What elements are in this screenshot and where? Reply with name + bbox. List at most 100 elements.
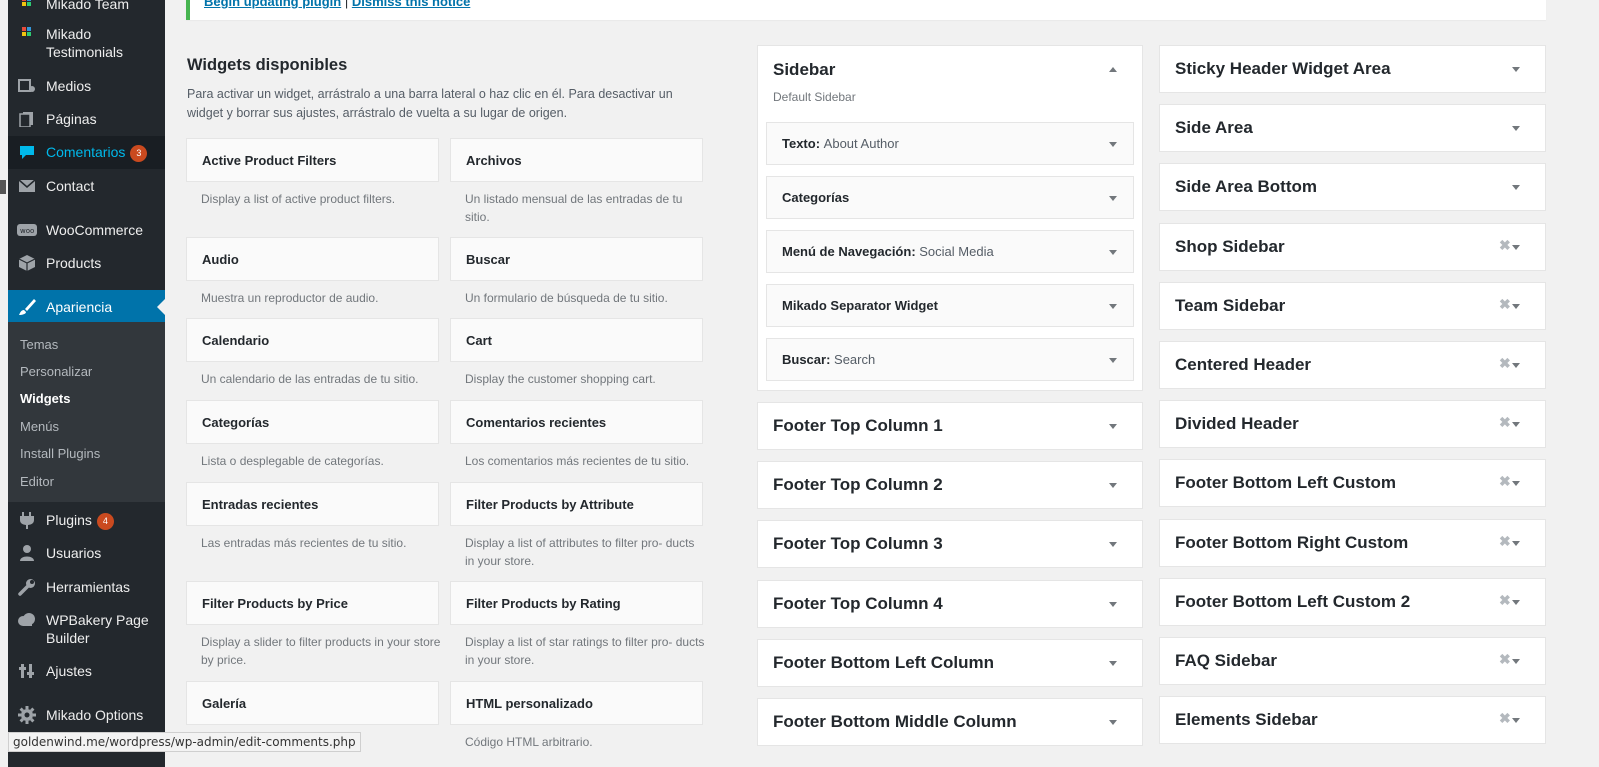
submenu-editor[interactable]: Editor (20, 474, 54, 489)
widget-area-side-area-bottom[interactable]: Side Area Bottom (1159, 163, 1546, 212)
remove-area-icon[interactable]: ✖ (1499, 414, 1511, 431)
widget-card-comentarios-recientes[interactable]: Comentarios recientes (450, 400, 703, 444)
remove-area-icon[interactable]: ✖ (1499, 237, 1511, 254)
expand-arrow-icon[interactable] (1512, 422, 1520, 428)
sidebar-widget-mikado-separator-widget[interactable]: Mikado Separator Widget (766, 284, 1134, 327)
widget-area-footer-bottom-left-custom-2[interactable]: Footer Bottom Left Custom 2 ✖ (1159, 577, 1546, 626)
widget-area-title[interactable]: Sidebar (773, 60, 835, 80)
expand-arrow-icon[interactable] (1512, 540, 1520, 546)
sidebar-widget-menu-de-navegacion[interactable]: Menú de Navegación: Social Media (766, 230, 1134, 273)
expand-arrow-icon[interactable] (1109, 601, 1117, 607)
widget-card-filter-products-by-price[interactable]: Filter Products by Price (186, 581, 439, 625)
widget-area-footer-bottom-left-custom[interactable]: Footer Bottom Left Custom ✖ (1159, 459, 1546, 508)
widget-card-active-product-filters[interactable]: Active Product Filters (186, 138, 439, 182)
widget-card-categorias[interactable]: Categorías (186, 400, 439, 444)
menu-item-wpbakery[interactable]: WPBakery Page Builder (8, 610, 165, 650)
menu-item-herramientas[interactable]: Herramientas (8, 577, 165, 599)
widget-card-audio[interactable]: Audio (186, 237, 439, 281)
remove-area-icon[interactable]: ✖ (1499, 533, 1511, 550)
widget-area-side-area[interactable]: Side Area (1159, 104, 1546, 153)
remove-area-icon[interactable]: ✖ (1499, 592, 1511, 609)
expand-arrow-icon[interactable] (1109, 720, 1117, 725)
widget-card-entradas-recientes[interactable]: Entradas recientes (186, 482, 439, 526)
menu-item-mikado-team[interactable]: Mikado Team (8, 0, 165, 16)
expand-arrow-icon[interactable] (1512, 126, 1520, 132)
remove-area-icon[interactable]: ✖ (1499, 355, 1511, 372)
widget-area-title: Footer Top Column 3 (773, 534, 943, 554)
submenu-widgets[interactable]: Widgets (20, 391, 70, 406)
menu-item-ajustes[interactable]: Ajustes (8, 661, 165, 683)
menu-item-mikado-options[interactable]: Mikado Options (8, 705, 165, 727)
widget-card-filter-products-by-rating[interactable]: Filter Products by Rating (450, 581, 703, 625)
widget-area-centered-header[interactable]: Centered Header ✖ (1159, 341, 1546, 389)
expand-arrow-icon[interactable] (1512, 185, 1520, 191)
expand-arrow-icon[interactable] (1512, 481, 1520, 487)
widget-area-title: Side Area (1175, 118, 1253, 138)
expand-arrow-icon[interactable] (1512, 363, 1520, 368)
submenu-menus[interactable]: Menús (20, 419, 59, 434)
widget-description: Display a list of star ratings to filter… (465, 635, 705, 667)
expand-arrow-icon[interactable] (1109, 660, 1117, 666)
menu-item-medios[interactable]: Medios (8, 76, 165, 98)
widget-area-footer-top-column-4[interactable]: Footer Top Column 4 (757, 579, 1143, 628)
menu-item-comentarios[interactable]: Comentarios 3 (8, 136, 165, 169)
widget-area-footer-bottom-right-custom[interactable]: Footer Bottom Right Custom ✖ (1159, 518, 1546, 567)
widget-card-cart[interactable]: Cart (450, 318, 703, 362)
expand-arrow-icon[interactable] (1512, 718, 1520, 724)
widget-area-elements-sidebar[interactable]: Elements Sidebar ✖ (1159, 696, 1546, 745)
expand-arrow-icon[interactable] (1109, 142, 1117, 147)
widget-area-shop-sidebar[interactable]: Shop Sidebar ✖ (1159, 222, 1546, 271)
collapse-arrow-icon[interactable] (1109, 67, 1117, 72)
expand-arrow-icon[interactable] (1109, 424, 1117, 429)
expand-arrow-icon[interactable] (1512, 599, 1520, 605)
expand-arrow-icon[interactable] (1109, 304, 1117, 309)
remove-area-icon[interactable]: ✖ (1499, 710, 1511, 727)
expand-arrow-icon[interactable] (1109, 483, 1117, 489)
widget-area-footer-top-column-1[interactable]: Footer Top Column 1 (757, 402, 1143, 450)
remove-area-icon[interactable]: ✖ (1499, 651, 1511, 668)
expand-arrow-icon[interactable] (1512, 244, 1520, 250)
widget-area-footer-bottom-middle-column[interactable]: Footer Bottom Middle Column (757, 698, 1143, 746)
expand-arrow-icon[interactable] (1109, 250, 1117, 255)
menu-label: Apariencia (46, 299, 113, 315)
expand-arrow-icon[interactable] (1109, 542, 1117, 548)
menu-item-products[interactable]: Products (8, 253, 165, 275)
widget-area-divided-header[interactable]: Divided Header ✖ (1159, 400, 1546, 449)
menu-item-usuarios[interactable]: Usuarios (8, 543, 165, 565)
expand-arrow-icon[interactable] (1109, 358, 1117, 363)
widget-card-buscar[interactable]: Buscar (450, 237, 703, 281)
sidebar-widget-texto[interactable]: Texto: About Author (766, 122, 1134, 165)
widget-area-footer-top-column-3[interactable]: Footer Top Column 3 (757, 520, 1143, 569)
wrench-icon (17, 577, 37, 597)
widget-area-footer-top-column-2[interactable]: Footer Top Column 2 (757, 461, 1143, 510)
submenu-personalizar[interactable]: Personalizar (20, 364, 92, 379)
widget-description: Un listado mensual de las entradas de tu… (465, 192, 683, 224)
expand-arrow-icon[interactable] (1512, 659, 1520, 664)
widget-card-galeria[interactable]: Galería (186, 681, 439, 725)
menu-item-mikado-testimonials[interactable]: Mikado Testimonials (8, 24, 165, 64)
widget-area-sticky-header-widget-area[interactable]: Sticky Header Widget Area (1159, 45, 1546, 93)
remove-area-icon[interactable]: ✖ (1499, 473, 1511, 490)
begin-updating-link[interactable]: Begin updating plugin (204, 0, 341, 9)
widget-area-team-sidebar[interactable]: Team Sidebar ✖ (1159, 281, 1546, 330)
widget-card-filter-products-by-attribute[interactable]: Filter Products by Attribute (450, 482, 703, 526)
submenu-install-plugins[interactable]: Install Plugins (20, 446, 100, 461)
sidebar-widget-categorias[interactable]: Categorías (766, 176, 1134, 219)
menu-item-plugins[interactable]: Plugins 4 (8, 510, 165, 532)
menu-item-woocommerce[interactable]: woo WooCommerce (8, 220, 165, 242)
sidebar-widget-buscar[interactable]: Buscar: Search (766, 338, 1134, 381)
menu-item-apariencia[interactable]: Apariencia (8, 290, 165, 323)
widget-area-footer-bottom-left-column[interactable]: Footer Bottom Left Column (757, 638, 1143, 687)
menu-item-paginas[interactable]: Páginas (8, 109, 165, 131)
dismiss-notice-link[interactable]: Dismiss this notice (352, 0, 470, 9)
submenu-temas[interactable]: Temas (20, 337, 58, 352)
expand-arrow-icon[interactable] (1109, 196, 1117, 201)
widget-card-html-personalizado[interactable]: HTML personalizado (450, 681, 703, 725)
menu-item-contact[interactable]: Contact (8, 176, 165, 198)
expand-arrow-icon[interactable] (1512, 67, 1520, 72)
remove-area-icon[interactable]: ✖ (1499, 296, 1511, 313)
widget-card-archivos[interactable]: Archivos (450, 138, 703, 182)
widget-card-calendario[interactable]: Calendario (186, 318, 439, 362)
widget-area-faq-sidebar[interactable]: FAQ Sidebar ✖ (1159, 637, 1546, 685)
expand-arrow-icon[interactable] (1512, 303, 1520, 309)
